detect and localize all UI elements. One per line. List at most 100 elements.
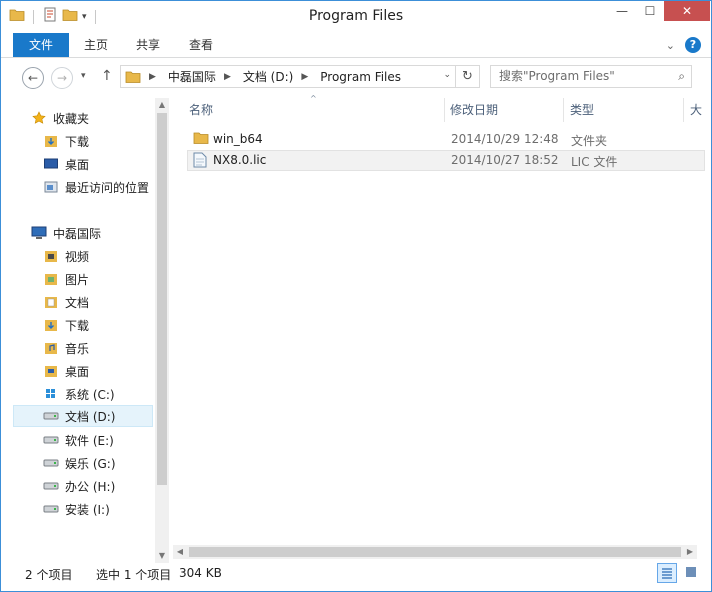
breadcrumb-label: 中磊国际	[167, 70, 216, 84]
nav-item-documents[interactable]: 文档	[43, 291, 89, 313]
large-icons-view-icon	[685, 566, 697, 581]
nav-label: 娱乐 (G:)	[65, 456, 116, 471]
nav-item-drive-h[interactable]: 办公 (H:)	[43, 475, 115, 497]
documents-folder-icon	[43, 294, 59, 310]
window-controls: — ☐ ✕	[608, 1, 710, 21]
column-divider[interactable]	[563, 98, 564, 122]
up-arrow-icon[interactable]: ↑	[101, 68, 113, 84]
nav-label: 安装 (I:)	[65, 502, 110, 517]
close-button[interactable]: ✕	[664, 1, 710, 21]
column-type[interactable]: 类型	[570, 98, 594, 122]
breadcrumb-item[interactable]: Program Files	[320, 70, 401, 84]
nav-item-drive-d[interactable]: 文档 (D:)	[13, 405, 153, 427]
chevron-down-icon[interactable]: ⌄	[443, 70, 451, 80]
breadcrumb-item[interactable]: 中磊国际 ▶	[168, 68, 237, 85]
search-placeholder: 搜索"Program Files"	[499, 69, 615, 83]
nav-item-desktop-2[interactable]: 桌面	[43, 360, 89, 382]
file-row-lic[interactable]: NX8.0.lic 2014/10/27 18:52 LIC 文件	[187, 150, 705, 171]
recent-places-icon	[43, 179, 59, 195]
folder-icon	[125, 70, 141, 84]
nav-label: 系统 (C:)	[65, 387, 115, 402]
column-divider[interactable]	[683, 98, 684, 122]
scrollbar-thumb[interactable]	[157, 113, 167, 485]
desktop-icon	[43, 156, 59, 172]
search-icon[interactable]: ⌕	[678, 66, 685, 87]
file-type: 文件夹	[571, 134, 608, 148]
breadcrumb-label: 文档 (D:)	[242, 70, 294, 84]
nav-label: 中磊国际	[53, 226, 102, 241]
ribbon: 文件 主页 共享 查看 ⌄ ?	[1, 32, 711, 58]
nav-item-drive-i[interactable]: 安装 (I:)	[43, 498, 110, 520]
drive-icon	[43, 455, 59, 471]
document-icon	[193, 152, 207, 171]
file-name: win_b64	[213, 132, 263, 146]
maximize-button[interactable]: ☐	[636, 1, 664, 21]
tab-view[interactable]: 查看	[175, 34, 227, 56]
refresh-icon[interactable]: ↻	[455, 66, 479, 87]
scroll-left-icon[interactable]: ◀	[173, 545, 187, 559]
nav-item-recent-places[interactable]: 最近访问的位置	[43, 176, 149, 198]
download-folder-icon	[43, 317, 59, 333]
file-row-folder[interactable]: win_b64 2014/10/29 12:48 文件夹	[187, 129, 705, 150]
back-button[interactable]: ←	[22, 67, 44, 89]
expand-ribbon-icon[interactable]: ⌄	[666, 39, 675, 52]
computer-icon	[31, 225, 47, 241]
content-horizontal-scrollbar[interactable]: ◀ ▶	[173, 545, 697, 559]
breadcrumb-label: Program Files	[320, 69, 402, 84]
minimize-button[interactable]: —	[608, 1, 636, 21]
column-size[interactable]: 大	[690, 98, 702, 122]
nav-item-drive-c[interactable]: 系统 (C:)	[43, 383, 115, 405]
nav-computer[interactable]: 中磊国际	[31, 222, 101, 244]
nav-item-drive-e[interactable]: 软件 (E:)	[43, 429, 114, 451]
sort-arrow-icon: ^	[310, 94, 317, 103]
file-list: ^ 名称 修改日期 类型 大 win_b64 2014/10/29 12:48 …	[173, 94, 711, 545]
tab-home[interactable]: 主页	[71, 34, 121, 56]
large-icons-view-button[interactable]	[681, 563, 701, 583]
file-modified: 2014/10/29 12:48	[451, 132, 559, 146]
nav-favorites[interactable]: 收藏夹	[31, 107, 89, 129]
tab-file[interactable]: 文件	[13, 33, 69, 57]
chevron-right-icon[interactable]: ▶	[224, 72, 231, 82]
nav-item-desktop[interactable]: 桌面	[43, 153, 89, 175]
scroll-down-icon[interactable]: ▼	[155, 549, 169, 563]
star-icon	[31, 110, 47, 126]
nav-item-videos[interactable]: 视频	[43, 245, 89, 267]
details-view-icon	[661, 567, 673, 582]
nav-label: 下载	[65, 134, 90, 149]
drive-icon	[43, 478, 59, 494]
breadcrumb-item[interactable]: 文档 (D:) ▶	[243, 68, 314, 85]
search-input[interactable]: 搜索"Program Files" ⌕	[490, 65, 692, 88]
window-title: Program Files	[308, 8, 404, 24]
pictures-folder-icon	[43, 271, 59, 287]
nav-scrollbar[interactable]: ▲ ▼	[155, 98, 169, 563]
recent-locations-icon[interactable]: ▾	[81, 71, 86, 81]
nav-item-music[interactable]: 音乐	[43, 337, 89, 359]
scrollbar-thumb[interactable]	[189, 547, 681, 557]
column-divider[interactable]	[444, 98, 445, 122]
nav-item-downloads[interactable]: 下载	[43, 130, 89, 152]
tab-share[interactable]: 共享	[123, 34, 173, 56]
help-icon[interactable]: ?	[685, 37, 701, 53]
system-drive-icon	[43, 386, 59, 402]
nav-item-pictures[interactable]: 图片	[43, 268, 89, 290]
nav-item-downloads-2[interactable]: 下载	[43, 314, 89, 336]
nav-label: 下载	[65, 318, 90, 333]
drive-icon	[43, 408, 59, 424]
music-folder-icon	[43, 340, 59, 356]
navigation-bar: ← → ▾ ↑ ▶ 中磊国际 ▶ 文档 (D:) ▶ Program Files ⌄…	[1, 59, 711, 95]
chevron-right-icon[interactable]: ▶	[149, 72, 156, 82]
column-modified[interactable]: 修改日期	[450, 98, 498, 122]
column-name[interactable]: 名称	[189, 98, 213, 122]
drive-icon	[43, 501, 59, 517]
nav-label: 桌面	[65, 364, 90, 379]
details-view-button[interactable]	[657, 563, 677, 583]
nav-label: 收藏夹	[53, 111, 90, 126]
address-bar[interactable]: ▶ 中磊国际 ▶ 文档 (D:) ▶ Program Files ⌄ ↻	[120, 65, 480, 88]
scroll-right-icon[interactable]: ▶	[683, 545, 697, 559]
scroll-up-icon[interactable]: ▲	[155, 98, 169, 112]
chevron-right-icon[interactable]: ▶	[301, 72, 308, 82]
forward-button[interactable]: →	[51, 67, 73, 89]
nav-label: 视频	[65, 249, 90, 264]
file-modified: 2014/10/27 18:52	[451, 153, 559, 167]
nav-item-drive-g[interactable]: 娱乐 (G:)	[43, 452, 116, 474]
